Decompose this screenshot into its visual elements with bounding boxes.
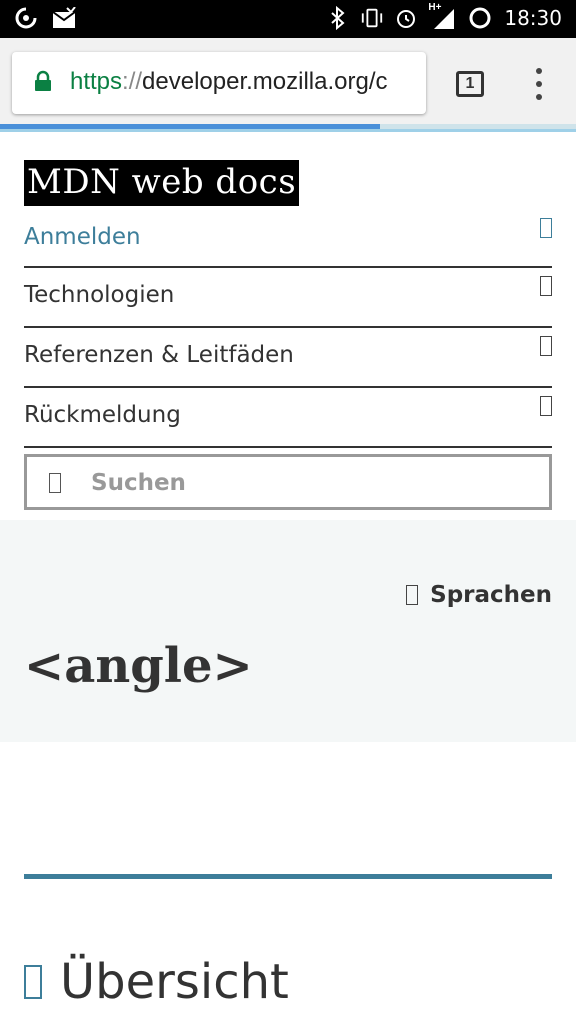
- nav-item-label: Referenzen & Leitfäden: [24, 342, 294, 368]
- languages-button[interactable]: Sprachen: [406, 582, 552, 608]
- nav-item-feedback[interactable]: Rückmeldung: [24, 388, 552, 448]
- url-separator: ://: [122, 68, 143, 95]
- status-bar: H+ 18:30: [0, 0, 576, 38]
- url-bar[interactable]: https://developer.mozilla.org/c: [12, 52, 426, 114]
- overflow-menu-button[interactable]: [532, 68, 546, 100]
- section-heading: Übersicht: [24, 954, 289, 1010]
- language-icon: [406, 585, 419, 605]
- alarm-icon: [394, 6, 418, 30]
- expand-icon[interactable]: [540, 336, 552, 356]
- battery-icon: [468, 6, 492, 30]
- main-nav: Anmelden Technologien Referenzen & Leitf…: [24, 210, 552, 448]
- url-text: https://developer.mozilla.org/c: [70, 68, 388, 96]
- page-title: <angle>: [24, 638, 253, 694]
- menu-dot: [536, 68, 542, 74]
- nav-item-label: Technologien: [24, 282, 175, 308]
- nav-item-login[interactable]: Anmelden: [24, 210, 552, 268]
- tab-switcher-button[interactable]: 1: [456, 71, 484, 97]
- browser-toolbar: https://developer.mozilla.org/c 1: [0, 38, 576, 126]
- page-header: Sprachen <angle>: [0, 520, 576, 742]
- section-title: Übersicht: [60, 954, 289, 1010]
- languages-label: Sprachen: [430, 582, 552, 608]
- expand-icon[interactable]: [540, 396, 552, 416]
- section-divider: [24, 874, 552, 879]
- page-load-progress: [0, 124, 576, 132]
- url-host: developer.mozilla.org/c: [142, 68, 388, 95]
- search-placeholder: Suchen: [91, 470, 186, 496]
- menu-dot: [536, 94, 542, 100]
- progress-track: [0, 129, 576, 132]
- expand-icon[interactable]: [540, 218, 552, 238]
- nav-item-label: Rückmeldung: [24, 402, 181, 428]
- anchor-icon[interactable]: [24, 965, 42, 999]
- nav-item-technologies[interactable]: Technologien: [24, 268, 552, 328]
- clock: 18:30: [504, 6, 562, 30]
- nav-item-references-guides[interactable]: Referenzen & Leitfäden: [24, 328, 552, 388]
- signal-icon: H+: [428, 2, 458, 30]
- url-scheme: https: [70, 68, 123, 95]
- network-label: H+: [428, 2, 442, 13]
- search-input[interactable]: Suchen: [24, 454, 552, 510]
- nav-item-label[interactable]: Anmelden: [24, 224, 141, 250]
- vibrate-icon: [360, 6, 384, 30]
- lock-icon: [34, 70, 52, 97]
- mdn-logo[interactable]: MDN web docs: [24, 160, 300, 206]
- bluetooth-icon: [326, 6, 350, 30]
- search-icon: [49, 473, 61, 493]
- menu-dot: [536, 81, 542, 87]
- expand-icon[interactable]: [540, 276, 552, 296]
- mail-icon: [52, 6, 76, 30]
- sync-icon: [14, 6, 38, 30]
